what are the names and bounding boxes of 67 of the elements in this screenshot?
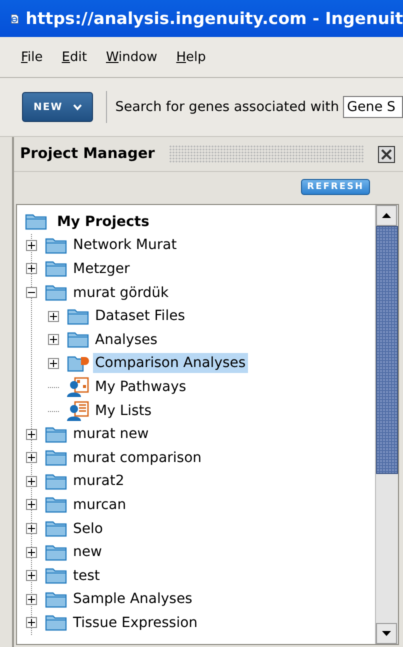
tree-item[interactable]: new [71, 542, 104, 562]
person-diagram-icon [67, 376, 89, 397]
folder-icon [45, 426, 67, 443]
caret-icon [72, 104, 82, 110]
expand-toggle[interactable] [48, 334, 59, 346]
expand-toggle[interactable] [26, 617, 37, 628]
menu-item[interactable]: Help [176, 50, 206, 64]
folder-icon [45, 496, 67, 514]
drag-handle[interactable] [168, 145, 364, 163]
tree-item[interactable]: My Lists [93, 400, 154, 421]
folder-icon [45, 520, 67, 538]
expand-toggle[interactable] [26, 476, 37, 487]
expand-toggle[interactable] [26, 546, 37, 558]
folder-icon [45, 567, 67, 584]
folder-icon [45, 472, 67, 490]
panel-title: Project Manager [20, 146, 155, 162]
expand-toggle[interactable] [26, 523, 37, 534]
expand-toggle[interactable] [48, 310, 59, 322]
folder-icon [67, 308, 89, 325]
tree-root[interactable]: My Projects [55, 212, 152, 232]
tree-item[interactable]: test [71, 566, 102, 586]
scroll-thumb[interactable] [376, 226, 398, 474]
expand-toggle[interactable] [26, 594, 37, 605]
menu-item[interactable]: Window [106, 50, 158, 64]
tree-item[interactable]: murat gördük [71, 282, 171, 303]
new-button[interactable]: NEW [22, 92, 94, 122]
tree-item[interactable]: murat new [71, 424, 151, 444]
expand-toggle[interactable] [26, 240, 37, 251]
expand-toggle[interactable] [26, 570, 37, 582]
tree-item[interactable]: murcan [71, 494, 128, 515]
tree-item[interactable]: Dataset Files [93, 306, 187, 326]
expand-toggle[interactable] [26, 452, 37, 464]
person-list-icon [67, 400, 89, 421]
tree-item[interactable]: murat comparison [71, 448, 204, 468]
folder-icon [45, 284, 67, 302]
tree-item[interactable]: Tissue Expression [71, 612, 200, 633]
scroll-bar[interactable] [375, 205, 398, 644]
tree-item[interactable]: murat2 [71, 471, 126, 492]
folder-icon [67, 331, 89, 348]
menu-item[interactable]: File [21, 50, 43, 64]
search-label: Search for genes associated with [115, 99, 339, 115]
folder-icon [45, 590, 67, 608]
close-icon[interactable] [378, 146, 395, 162]
expand-toggle[interactable] [26, 263, 37, 274]
folder-icon [45, 544, 67, 561]
tree-item[interactable]: Selo [71, 518, 105, 539]
tree-item[interactable]: Metzger [71, 258, 132, 279]
collapse-toggle[interactable] [26, 287, 37, 298]
tree-item[interactable]: Sample Analyses [71, 589, 194, 610]
folder-icon [45, 449, 67, 466]
expand-toggle[interactable] [48, 358, 59, 369]
scroll-up-button[interactable] [376, 205, 397, 226]
folder-icon [45, 260, 67, 278]
tree-item[interactable]: Analyses [93, 330, 160, 350]
expand-toggle[interactable] [26, 499, 37, 510]
tree-item[interactable]: Network Murat [71, 235, 179, 256]
folder-icon [45, 236, 67, 254]
expand-toggle[interactable] [26, 428, 37, 440]
folder-chart-icon [67, 354, 89, 372]
menu-item[interactable]: Edit [62, 50, 87, 64]
tree-item[interactable]: My Pathways [93, 376, 188, 397]
window-title: https://analysis.ingenuity.com - Ingenuit [26, 9, 403, 28]
search-type-field[interactable]: Gene S [343, 96, 403, 118]
scroll-down-button[interactable] [376, 623, 397, 644]
folder-icon [25, 213, 47, 230]
tree-item[interactable]: Comparison Analyses [93, 353, 248, 374]
folder-icon [45, 614, 67, 632]
